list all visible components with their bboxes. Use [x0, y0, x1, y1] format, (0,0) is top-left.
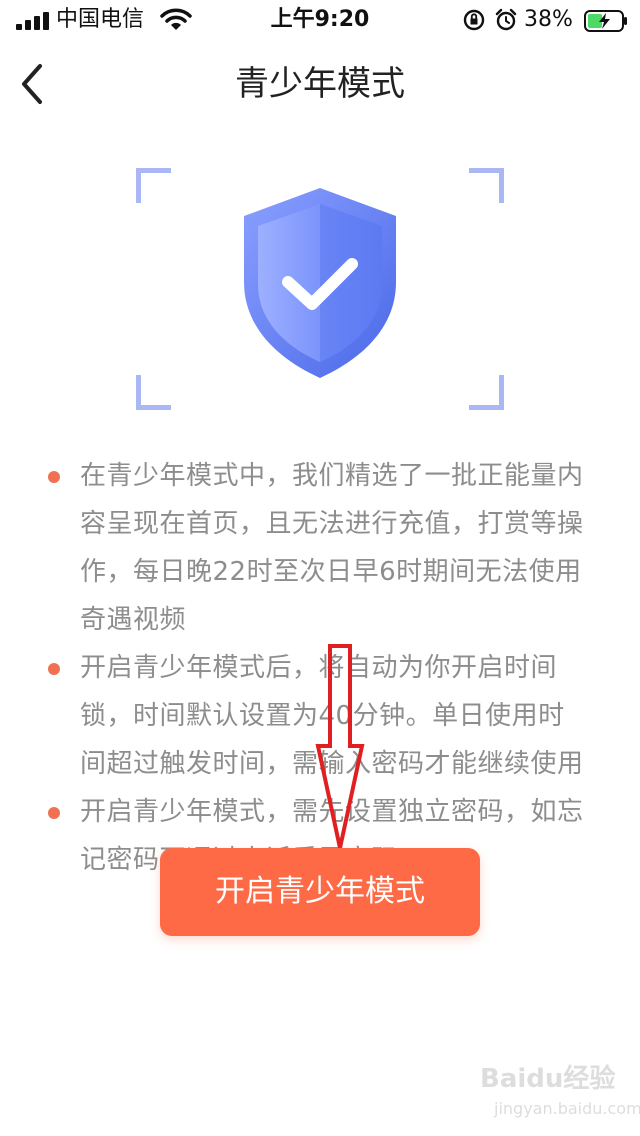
list-item: 在青少年模式中，我们精选了一批正能量内容呈现在首页，且无法进行充值，打赏等操作，…	[46, 452, 586, 644]
watermark-brand: Baidu经验	[480, 1064, 616, 1094]
bullet-dot	[48, 471, 60, 483]
down-arrow-annotation	[315, 644, 365, 849]
alarm-icon	[495, 8, 517, 31]
rotation-lock-icon	[463, 9, 485, 31]
battery-charging-icon	[584, 10, 627, 32]
status-bar: 中国电信 上午9:20 38%	[0, 0, 640, 40]
shield-check-icon	[244, 188, 396, 378]
frame-corner-bottom-right	[469, 375, 504, 410]
hero-illustration	[136, 168, 504, 410]
watermark-url: jingyan.baidu.com	[494, 1099, 640, 1118]
frame-corner-top-left	[136, 168, 171, 203]
nav-bar: 青少年模式	[0, 44, 640, 124]
bullet-dot	[48, 663, 60, 675]
frame-corner-bottom-left	[136, 375, 171, 410]
frame-corner-top-right	[469, 168, 504, 203]
info-text: 在青少年模式中，我们精选了一批正能量内容呈现在首页，且无法进行充值，打赏等操作，…	[80, 461, 584, 635]
battery-percent: 38%	[524, 7, 573, 32]
enable-teen-mode-button[interactable]: 开启青少年模式	[160, 848, 480, 936]
app-screen: 中国电信 上午9:20 38% 青少年模式 在青少年模式中，我们精选了一批正能量…	[0, 0, 640, 1136]
bullet-dot	[48, 807, 60, 819]
baidu-jingyan-watermark: Baidu经验 jingyan.baidu.com	[480, 1062, 640, 1128]
page-title: 青少年模式	[235, 64, 405, 104]
